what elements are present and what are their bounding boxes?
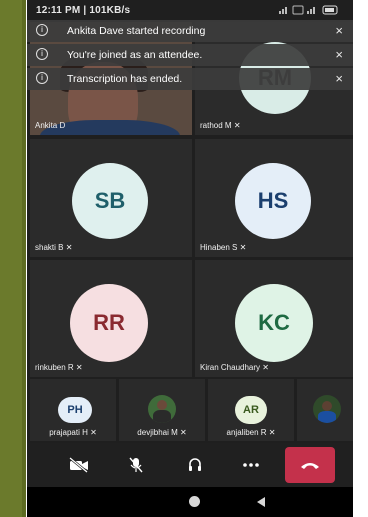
participant-name: rinkuben R ✕ [35,363,83,372]
system-status-icons [279,5,339,17]
participant-tile[interactable]: RR rinkuben R ✕ [30,260,192,377]
participant-name-text: Kiran Chaudhary [200,363,261,372]
participant-name: Ankita D [35,121,66,130]
notification-message: Ankita Dave started recording [67,25,206,37]
participant-name-text: devjibhai M [137,428,178,437]
participant-name-text: rinkuben R [35,363,74,372]
participant-name-text: rathod M [200,121,232,130]
participant-name-text: shakti B [35,243,64,252]
participant-name: shakti B ✕ [35,243,72,252]
strip-participant[interactable]: PH prajapati H ✕ [30,379,116,441]
call-controls [27,443,353,487]
info-icon: i [36,24,48,36]
mic-off-icon: ✕ [90,428,97,437]
mic-off-icon: ✕ [262,363,269,372]
hang-up-button[interactable] [285,447,335,483]
notification-transcription: i Transcription has ended. × [27,68,353,90]
notification-message: Transcription has ended. [67,73,183,85]
avatar: AR [235,396,267,424]
notification-message: You're joined as an attendee. [67,49,203,61]
status-time: 12:11 PM | 101KB/s [36,5,131,16]
participant-name-text: prajapati H [49,428,88,437]
mic-off-icon: ✕ [180,428,187,437]
left-frame-strip [22,0,26,517]
participant-photo [313,395,341,423]
close-icon[interactable]: × [335,47,343,62]
info-icon: i [36,48,48,60]
right-frame-border [354,0,368,517]
avatar: PH [58,397,92,423]
mic-off-icon: ✕ [268,428,276,437]
back-icon[interactable] [257,497,265,507]
mic-off-icon: ✕ [233,121,241,130]
avatar: HS [235,163,311,239]
avatar: SB [72,163,148,239]
participant-name: rathod M ✕ [200,121,241,130]
avatar: KC [235,284,313,362]
system-nav-bar [27,487,353,517]
avatar: RR [70,284,148,362]
mic-off-icon: ✕ [75,363,83,372]
home-icon[interactable] [189,496,200,507]
participant-name-text: Hinaben S [200,243,238,252]
strip-participant[interactable] [297,379,353,441]
participant-name-text: anjaliben R [226,428,267,437]
status-bar: 12:11 PM | 101KB/s [27,0,353,20]
more-icon[interactable] [240,455,262,475]
mic-off-icon[interactable] [125,455,147,475]
participant-name: anjaliben R ✕ [208,428,294,437]
left-frame-border [0,0,22,517]
participant-name: Kiran Chaudhary ✕ [200,363,269,372]
participant-tile[interactable]: SB shakti B ✕ [30,139,192,257]
participant-name: prajapati H ✕ [30,428,116,437]
participant-name: devjibhai M ✕ [119,428,205,437]
info-icon: i [36,72,48,84]
participant-name: Hinaben S ✕ [200,243,246,252]
participant-tile[interactable]: KC Kiran Chaudhary ✕ [195,260,353,377]
headset-icon[interactable] [184,455,206,475]
phone-screen: 12:11 PM | 101KB/s i Ankita Dave started… [27,0,353,517]
hang-up-icon [301,463,319,469]
strip-participant[interactable]: AR anjaliben R ✕ [208,379,294,441]
mic-off-icon: ✕ [65,243,73,252]
notification-recording: i Ankita Dave started recording × [27,20,353,42]
close-icon[interactable]: × [335,71,343,86]
participant-photo [148,395,176,423]
camera-off-icon[interactable] [68,455,90,475]
mic-off-icon: ✕ [239,243,247,252]
participant-tile[interactable]: HS Hinaben S ✕ [195,139,353,257]
close-icon[interactable]: × [335,23,343,38]
strip-participant[interactable]: devjibhai M ✕ [119,379,205,441]
notification-attendee: i You're joined as an attendee. × [27,44,353,66]
